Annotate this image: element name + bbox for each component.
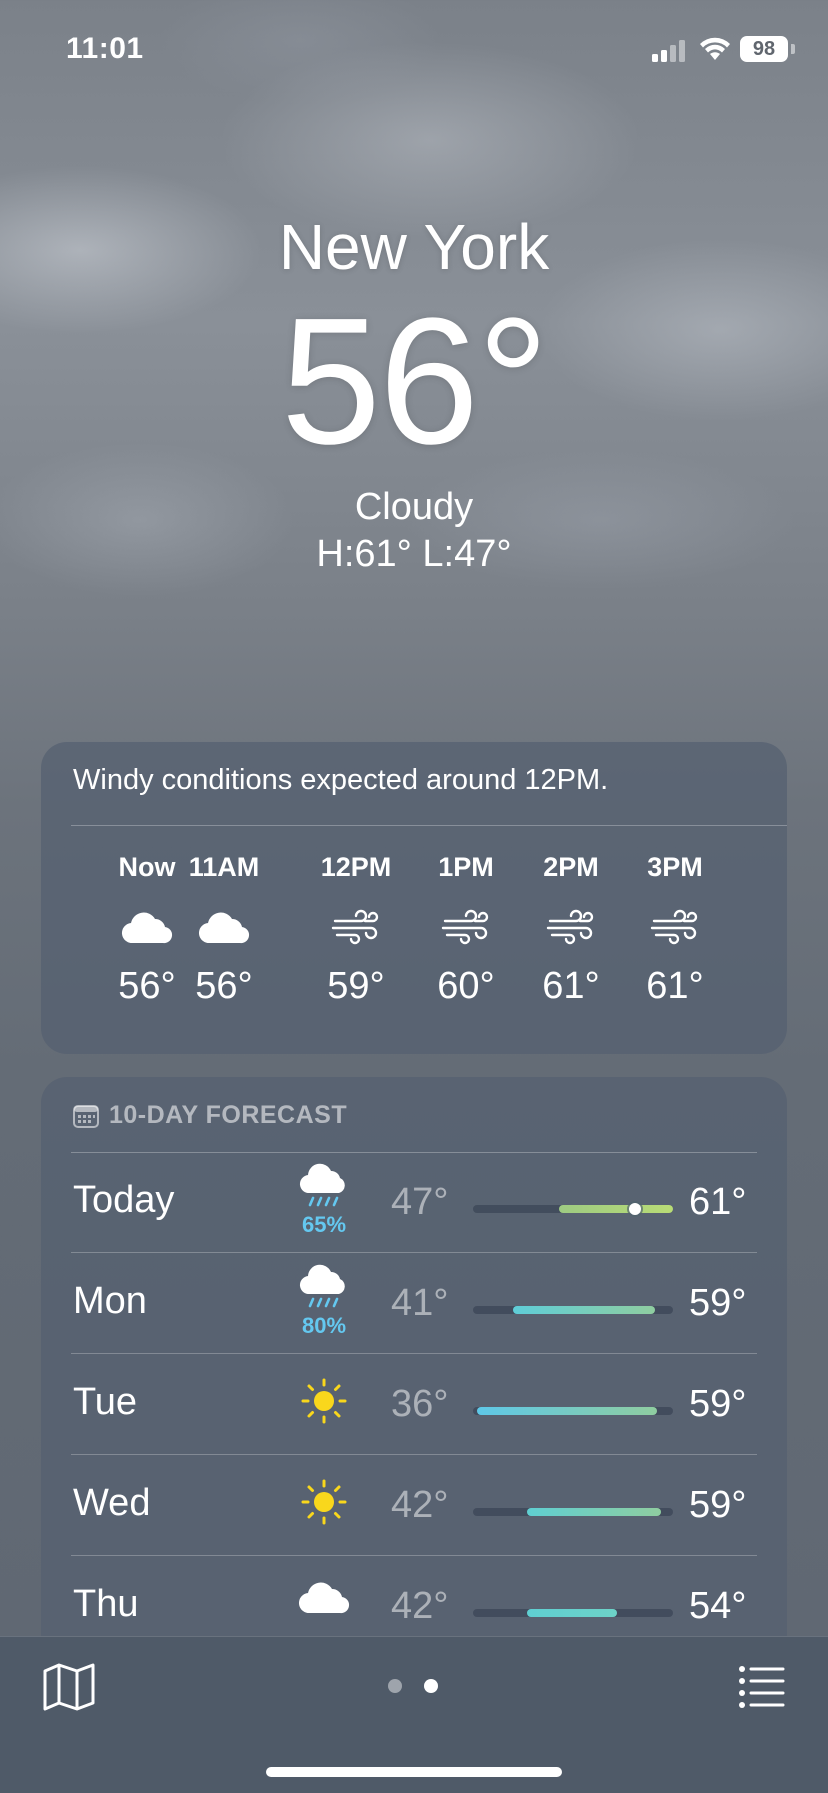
temperature-range-fill xyxy=(527,1609,617,1617)
battery-tip xyxy=(791,44,795,54)
temperature-range-bar xyxy=(473,1508,673,1516)
temperature-range-bar xyxy=(473,1407,673,1415)
cloud-icon xyxy=(164,897,284,957)
day-low-temperature: 42° xyxy=(391,1484,449,1526)
precipitation-chance: 80% xyxy=(301,1313,347,1338)
page-indicator[interactable] xyxy=(388,1679,438,1693)
day-high-temperature: 61° xyxy=(689,1181,747,1223)
hour-label: 2PM xyxy=(543,852,599,882)
page-dot[interactable] xyxy=(388,1679,402,1693)
day-name: Tue xyxy=(73,1381,138,1423)
list-icon[interactable] xyxy=(738,1661,786,1709)
day-name: Thu xyxy=(73,1583,139,1625)
day-row[interactable]: Tue 36° 59° xyxy=(71,1355,757,1455)
precipitation-chance: 65% xyxy=(301,1212,347,1237)
hour-label: 3PM xyxy=(647,852,703,882)
hour-column: 1PM 60° xyxy=(406,852,526,1008)
temperature-range-bar xyxy=(473,1306,673,1314)
hour-temperature: 59° xyxy=(327,965,385,1007)
row-divider xyxy=(71,1454,757,1455)
bottom-toolbar xyxy=(0,1636,828,1793)
temperature-range-fill xyxy=(477,1407,657,1415)
day-row[interactable]: Today 65% 47° 61° xyxy=(71,1153,757,1253)
card-divider xyxy=(71,825,787,826)
weather-alert-text: Windy conditions expected around 12PM. xyxy=(73,764,609,796)
status-bar: 11:01 98 xyxy=(0,0,828,100)
temperature-range-bar xyxy=(473,1203,673,1215)
day-high-temperature: 59° xyxy=(689,1383,747,1425)
home-indicator xyxy=(266,1767,562,1777)
day-name: Today xyxy=(73,1179,175,1221)
cellular-signal-icon xyxy=(652,40,685,62)
hour-temperature: 56° xyxy=(195,965,253,1007)
status-time: 11:01 xyxy=(66,32,144,65)
day-low-temperature: 41° xyxy=(391,1282,449,1324)
sun-icon xyxy=(289,1377,359,1430)
hour-label: 11AM xyxy=(188,852,260,882)
row-divider xyxy=(71,1252,757,1253)
row-divider xyxy=(71,1555,757,1556)
day-low-temperature: 36° xyxy=(391,1383,449,1425)
day-high-temperature: 54° xyxy=(689,1585,747,1627)
temperature-range-fill xyxy=(527,1508,661,1516)
hour-temperature: 61° xyxy=(646,965,704,1007)
wind-icon xyxy=(406,897,526,957)
temperature-range-fill xyxy=(559,1205,673,1213)
sun-icon xyxy=(289,1478,359,1531)
hour-column: 12PM 59° xyxy=(296,852,416,1008)
day-name: Wed xyxy=(73,1482,151,1524)
cloud-icon xyxy=(289,1579,359,1620)
hour-temperature: 61° xyxy=(542,965,600,1007)
hour-label: 12PM xyxy=(320,852,392,882)
current-condition: Cloudy xyxy=(354,486,474,528)
wind-icon xyxy=(511,897,631,957)
current-temperature: 56° xyxy=(280,281,549,482)
hour-temperature: 60° xyxy=(437,965,495,1007)
city-name: New York xyxy=(278,211,550,283)
cloud-rain-icon: 80% xyxy=(289,1264,359,1339)
day-high-temperature: 59° xyxy=(689,1282,747,1324)
temperature-range-bar xyxy=(473,1609,673,1617)
current-temperature-dot xyxy=(629,1203,641,1215)
hour-column: 3PM 61° xyxy=(615,852,735,1008)
hour-column: 2PM 61° xyxy=(511,852,631,1008)
page-dot[interactable] xyxy=(424,1679,438,1693)
day-row[interactable]: Wed 42° 59° xyxy=(71,1456,757,1556)
calendar-icon xyxy=(73,1104,99,1128)
ten-day-header: 10-DAY FORECAST xyxy=(73,1101,347,1130)
wifi-icon xyxy=(700,37,730,60)
day-name: Mon xyxy=(73,1280,147,1322)
row-divider xyxy=(71,1353,757,1354)
day-high-temperature: 59° xyxy=(689,1484,747,1526)
day-low-temperature: 42° xyxy=(391,1585,449,1627)
hour-column: 11AM 56° xyxy=(164,852,284,1008)
cloud-rain-icon: 65% xyxy=(289,1163,359,1238)
hourly-forecast-card[interactable]: Windy conditions expected around 12PM. N… xyxy=(41,742,787,1054)
hour-label: 1PM xyxy=(438,852,494,882)
ten-day-label: 10-DAY FORECAST xyxy=(109,1101,348,1129)
wind-icon xyxy=(296,897,416,957)
day-low-temperature: 47° xyxy=(391,1181,449,1223)
battery-indicator: 98 xyxy=(740,36,788,62)
day-row[interactable]: Mon 80% 41° 59° xyxy=(71,1254,757,1354)
high-low-temperature: H:61° L:47° xyxy=(316,533,512,575)
temperature-range-fill xyxy=(513,1306,655,1314)
map-icon[interactable] xyxy=(42,1661,96,1711)
wind-icon xyxy=(615,897,735,957)
